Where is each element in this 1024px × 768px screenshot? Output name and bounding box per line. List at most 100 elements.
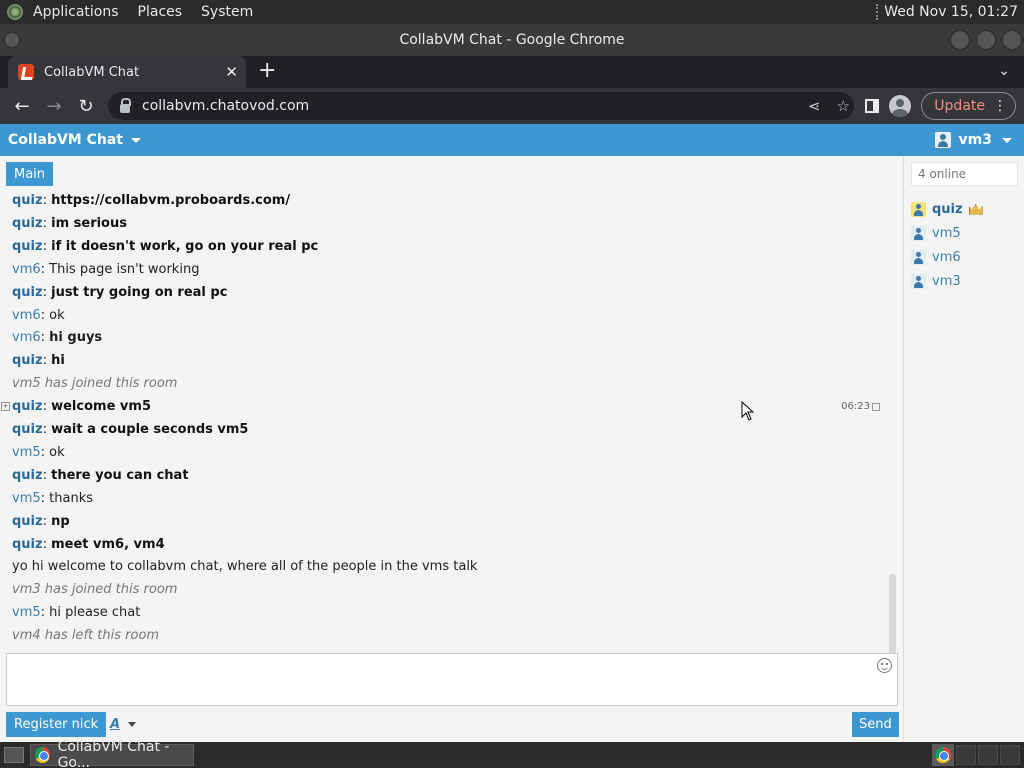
message-nick[interactable]: quiz [12,537,43,552]
timestamp-text: 06:23 [841,401,870,413]
message-link[interactable]: https://collabvm.proboards.com/ [51,193,290,208]
address-bar[interactable]: collabvm.chatovod.com ⋖ ☆ [108,92,854,120]
workspace-switcher-4[interactable] [1000,745,1020,765]
user-avatar-icon [911,225,926,241]
chat-message: vm5: ok [12,443,65,463]
message-nick[interactable]: vm6 [12,262,41,277]
nick-separator: : [40,330,50,346]
message-nick[interactable]: vm5 [12,445,41,460]
profile-avatar-icon[interactable] [889,95,912,117]
nick-separator: : [42,536,52,552]
panel-clock[interactable]: Wed Nov 15, 01:27 [884,4,1018,20]
message-input[interactable] [6,653,898,706]
chat-message: quiz: im serious [12,214,127,234]
message-text: meet vm6, vm4 [51,536,165,552]
message-nick[interactable]: quiz [12,239,43,254]
back-arrow-icon[interactable]: ← [6,96,38,117]
top-panel: Applications Places System Wed Nov 15, 0… [0,0,1024,24]
chat-message: vm5: thanks [12,489,93,509]
message-text: welcome vm5 [51,399,151,415]
scrollbar[interactable] [887,188,897,684]
message-nick[interactable]: quiz [12,193,43,208]
message-nick[interactable]: vm6 [12,308,41,323]
tab-search-chevron-icon[interactable]: ⌄ [998,63,1010,79]
workspace-switcher-3[interactable] [978,745,998,765]
nick-separator: : [40,444,50,460]
nick-separator: : [42,399,52,415]
bookmark-star-icon[interactable]: ☆ [837,97,850,115]
message-nick[interactable]: vm6 [12,330,41,345]
url-text[interactable]: collabvm.chatovod.com [142,98,309,114]
chat-message: quiz: https://collabvm.proboards.com/ [12,191,290,211]
message-action-icon[interactable]: + [1,402,10,412]
close-window-button[interactable] [1002,30,1022,50]
message-text: np [51,513,70,529]
side-panel-icon[interactable] [865,99,880,113]
distro-logo-icon[interactable] [7,4,23,20]
applications-menu[interactable]: Applications [33,4,119,20]
reload-icon[interactable]: ↻ [70,96,102,117]
chrome-icon [35,747,50,763]
places-menu[interactable]: Places [138,4,183,20]
user-list-item[interactable]: vm5 [911,223,961,243]
register-nick-button[interactable]: Register nick [6,712,107,737]
tab-title: CollabVM Chat [44,64,140,80]
system-menu[interactable]: System [201,4,253,20]
message-text: if it doesn't work, go on your real pc [51,238,319,254]
message-nick[interactable]: vm5 [12,491,41,506]
message-text: vm4 has left this room [12,628,160,644]
message-nick[interactable]: quiz [12,399,43,414]
taskbar-window-button[interactable]: CollabVM Chat - Go... [30,739,194,768]
message-nick[interactable]: vm5 [12,605,41,620]
lock-icon[interactable] [120,97,131,113]
user-menu[interactable]: vm3 [934,132,1024,148]
maximize-button[interactable] [976,30,996,50]
caret-down-icon [130,137,141,143]
select-message-icon[interactable] [872,402,880,411]
forward-arrow-icon[interactable]: → [38,96,70,117]
new-tab-icon[interactable]: + [258,59,276,83]
chat-message: quiz: if it doesn't work, go on your rea… [12,237,318,257]
window-menu-button[interactable] [4,32,20,48]
message-nick[interactable]: quiz [12,468,43,483]
nick-separator: : [42,284,52,300]
caret-down-icon [1002,137,1012,143]
message-text: vm3 has joined this room [12,582,178,598]
browser-tab[interactable]: CollabVM Chat ✕ [8,56,246,88]
update-button[interactable]: Update ⋮ [921,92,1016,120]
user-name: vm6 [932,249,961,265]
tab-close-icon[interactable]: ✕ [225,63,238,81]
kebab-menu-icon: ⋮ [993,98,1007,114]
message-nick[interactable]: quiz [12,216,43,231]
chat-message: quiz: wait a couple seconds vm5 [12,420,248,440]
chat-message: quiz: meet vm6, vm4 [12,535,165,555]
workspace-switcher-1[interactable] [932,744,954,766]
user-name: vm3 [932,273,961,289]
font-style-button[interactable]: A [110,717,137,732]
room-tab-main[interactable]: Main [6,162,54,186]
show-desktop-icon[interactable] [4,747,24,763]
chat-message: quiz: hi [12,351,65,371]
app-title-dropdown[interactable]: CollabVM Chat [0,132,141,148]
current-user-name: vm3 [958,132,992,148]
user-list-item[interactable]: vm3 [911,271,961,291]
share-icon[interactable]: ⋖ [808,97,821,115]
nick-separator: : [42,353,52,369]
smiley-icon[interactable] [877,658,892,673]
minimize-button[interactable] [950,30,970,50]
message-nick[interactable]: quiz [12,422,43,437]
window-title: CollabVM Chat - Google Chrome [399,32,625,48]
workspace-switcher-2[interactable] [956,745,976,765]
send-button[interactable]: Send [852,712,899,737]
message-nick[interactable]: quiz [12,353,43,368]
update-label: Update [934,98,985,114]
user-list-item[interactable]: quiz [911,199,983,219]
user-list-item[interactable]: vm6 [911,247,961,267]
message-nick[interactable]: quiz [12,514,43,529]
chat-panel: Main quiz: https://collabvm.proboards.co… [0,156,904,742]
nick-separator: : [40,490,50,506]
chatovod-favicon-icon [18,64,34,80]
message-nick[interactable]: quiz [12,285,43,300]
window-titlebar[interactable]: CollabVM Chat - Google Chrome [0,24,1024,56]
chat-message: quiz: welcome vm5 [12,397,151,417]
